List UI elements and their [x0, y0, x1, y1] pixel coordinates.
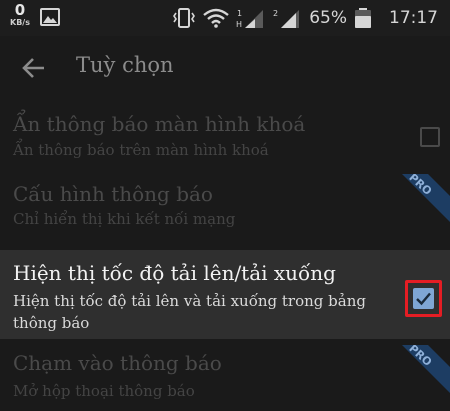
highlight-box: [405, 280, 442, 317]
network-speed-unit: KB/s: [10, 18, 30, 27]
network-speed-indicator: 0 KB/s: [8, 3, 32, 27]
back-arrow-icon[interactable]: [20, 54, 48, 82]
battery-percent: 65%: [309, 8, 347, 28]
page-title: Tuỳ chọn: [76, 53, 174, 77]
network-speed-value: 0: [14, 1, 26, 19]
pref-summary: Ẩn thông báo trên màn hình khoá: [13, 141, 269, 159]
sim1-signal-icon: 1 H: [236, 9, 264, 29]
hide-lockscreen-checkbox[interactable]: [420, 127, 440, 147]
pref-hide-lockscreen-notification[interactable]: Ẩn thông báo màn hình khoá Ẩn thông báo …: [0, 103, 450, 169]
wifi-icon: [203, 8, 229, 28]
sim2-signal-icon: 2: [273, 9, 300, 28]
checkmark-icon: [416, 292, 431, 306]
battery-icon: [355, 8, 371, 28]
pref-title: Chạm vào thông báo: [13, 351, 222, 375]
pro-badge: PRO: [388, 174, 450, 226]
toolbar: Tuỳ chọn: [0, 36, 450, 100]
pref-notification-config[interactable]: Cấu hình thông báo Chỉ hiển thị khi kết …: [0, 174, 450, 244]
svg-text:1: 1: [237, 9, 242, 18]
pref-show-transfer-speed[interactable]: Hiện thị tốc độ tải lên/tải xuống Hiện t…: [0, 250, 450, 339]
clock: 17:17: [389, 8, 438, 28]
pref-summary: Chỉ hiển thị khi kết nối mạng: [13, 210, 236, 228]
svg-text:2: 2: [273, 9, 278, 18]
vibrate-icon: [173, 8, 196, 28]
pref-tap-notification[interactable]: Chạm vào thông báo Mở hộp thoại thông bá…: [0, 345, 450, 411]
pref-title: Cấu hình thông báo: [13, 182, 213, 206]
pro-badge: PRO: [388, 345, 450, 397]
status-bar: 0 KB/s 1 H 2 65% 17:17: [0, 0, 450, 36]
pref-title: Hiện thị tốc độ tải lên/tải xuống: [13, 261, 336, 285]
pref-summary: Mở hộp thoại thông báo: [13, 382, 195, 400]
show-transfer-speed-checkbox[interactable]: [413, 288, 434, 309]
pref-summary: Hiện thị tốc độ tải lên và tải xuống tro…: [13, 292, 366, 332]
pref-title: Ẩn thông báo màn hình khoá: [13, 112, 306, 136]
svg-text:H: H: [236, 20, 242, 29]
image-notification-icon: [40, 8, 60, 26]
